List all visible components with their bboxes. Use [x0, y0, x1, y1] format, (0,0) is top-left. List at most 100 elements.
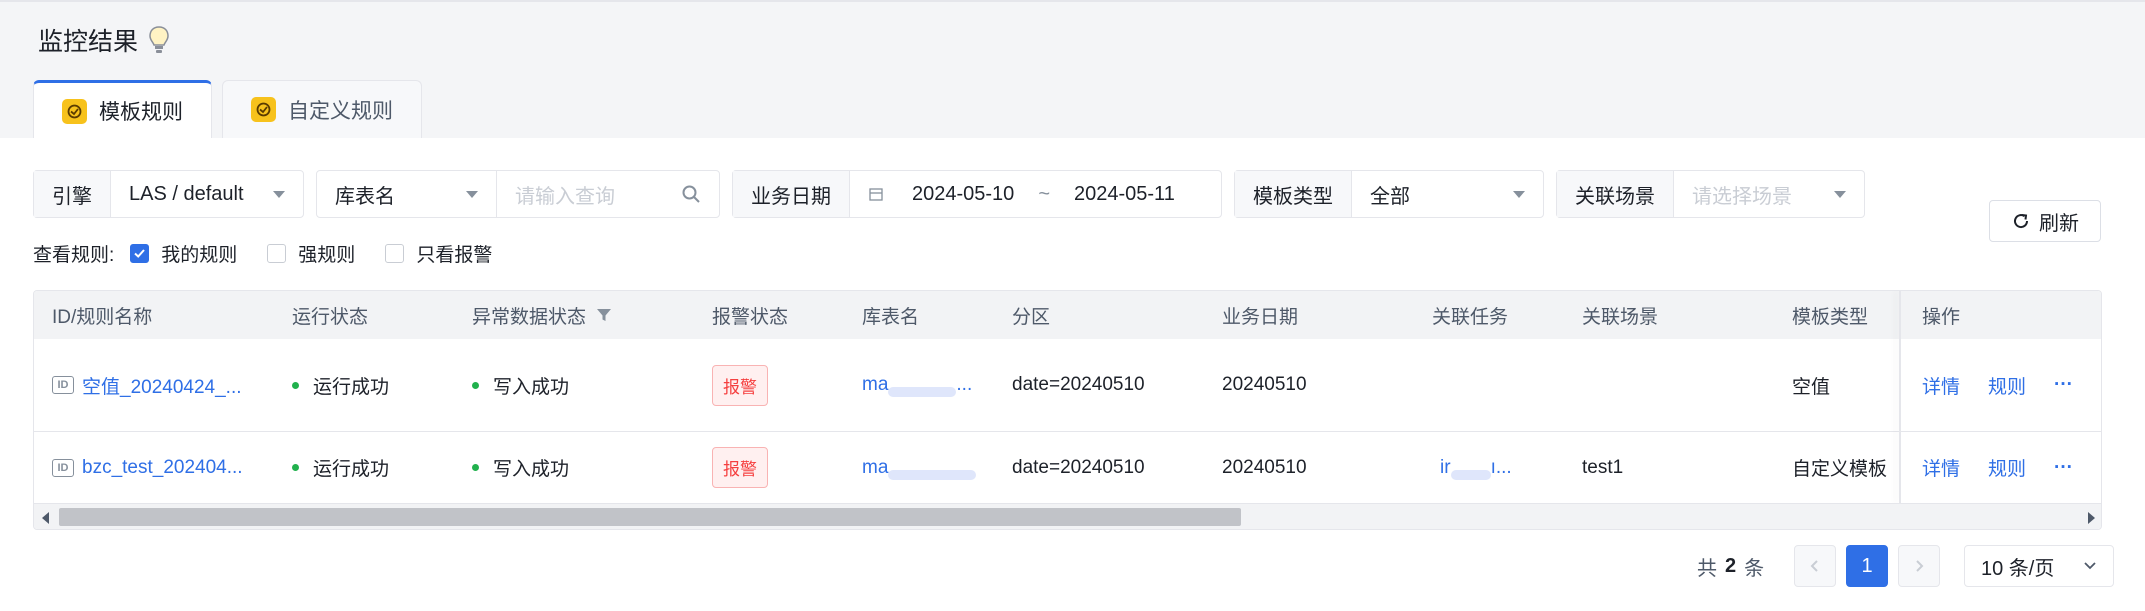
template-type-select[interactable]: 全部	[1352, 171, 1543, 217]
alarm-cell: 报警	[712, 339, 768, 431]
checkbox-strong-rules[interactable]: 强规则	[267, 240, 355, 267]
table-search-input[interactable]: 请输入查询	[497, 171, 719, 217]
checkbox-unchecked[interactable]	[385, 243, 405, 263]
filter-icon[interactable]	[596, 307, 612, 323]
col-header: 运行状态	[292, 306, 369, 328]
table-name-ellipsis[interactable]: ...	[956, 374, 972, 396]
chevron-down-icon	[466, 190, 478, 198]
actions-cell: 详情 规则 ···	[1922, 339, 2073, 431]
chevron-down-icon	[1513, 190, 1525, 198]
chevron-down-icon	[2084, 562, 2096, 570]
refresh-icon	[2014, 214, 2029, 229]
scene-select[interactable]: 请选择场景	[1674, 171, 1864, 217]
chevron-down-icon	[273, 190, 285, 198]
fixed-column-divider	[1899, 291, 1901, 503]
run-status: 运行成功	[313, 376, 390, 398]
col-header-data-status: 异常数据状态	[472, 291, 612, 339]
results-table: ID/规则名称 运行状态 异常数据状态 报警状态 库表名 分区 业务日期 关联任…	[33, 290, 2102, 530]
total-suffix: 条	[1744, 557, 1765, 580]
page-size-select[interactable]: 10 条/页	[1964, 545, 2114, 587]
rule-name-link[interactable]: 空值_20240424_...	[82, 372, 242, 399]
search-icon[interactable]	[681, 184, 701, 204]
more-icon[interactable]: ···	[2054, 374, 2073, 396]
pagination-total: 共 2 条	[1697, 545, 1764, 587]
checkbox-alarms-only[interactable]: 只看报警	[385, 240, 492, 267]
detail-link[interactable]: 详情	[1922, 454, 1960, 481]
table-header: ID/规则名称 运行状态 异常数据状态 报警状态 库表名 分区 业务日期 关联任…	[34, 291, 2101, 339]
biz-date-cell: 20240510	[1222, 456, 1307, 478]
redacted-text	[1450, 469, 1491, 480]
rule-link[interactable]: 规则	[1988, 454, 2026, 481]
partition-cell: date=20240510	[1012, 456, 1145, 478]
col-header: 业务日期	[1222, 306, 1299, 328]
run-status-cell: 运行成功	[292, 432, 389, 503]
run-status-cell: 运行成功	[292, 339, 389, 431]
col-header: 分区	[1012, 306, 1051, 328]
horizontal-scrollbar[interactable]	[34, 503, 2101, 529]
page-number[interactable]: 1	[1846, 545, 1888, 587]
table-filter-type-select[interactable]: 库表名	[317, 171, 497, 217]
success-dot-icon	[292, 464, 299, 471]
rule-name-cell: ID 空值_20240424_...	[52, 339, 242, 431]
date-range-picker[interactable]: 2024-05-10 ~ 2024-05-11	[850, 171, 1221, 217]
view-rules-group: 查看规则: 我的规则 强规则 只看报警	[33, 238, 522, 268]
task-link[interactable]: ir	[1440, 457, 1451, 479]
tab-template-rules[interactable]: 模板规则	[33, 80, 212, 139]
col-header: 库表名	[862, 306, 920, 328]
success-dot-icon	[292, 381, 299, 389]
total-prefix: 共	[1697, 557, 1717, 580]
prev-page-button[interactable]	[1794, 545, 1836, 587]
checkbox-label: 我的规则	[161, 244, 238, 266]
rule-name-cell: ID bzc_test_202404...	[52, 432, 243, 503]
rule-name-link[interactable]: bzc_test_202404...	[82, 457, 243, 479]
engine-select[interactable]: LAS / default	[111, 171, 303, 217]
table-name-link[interactable]: ma	[862, 457, 888, 479]
table-name-link[interactable]: ma	[862, 374, 888, 396]
col-header: 关联场景	[1582, 306, 1659, 328]
more-icon[interactable]: ···	[2054, 457, 2073, 479]
data-status: 写入成功	[493, 376, 570, 398]
template-type-filter[interactable]: 模板类型 全部	[1234, 170, 1544, 218]
table-name-cell: ma ...	[862, 339, 972, 431]
next-page-button[interactable]	[1898, 545, 1940, 587]
table-filter[interactable]: 库表名 请输入查询	[316, 170, 720, 218]
id-icon: ID	[52, 376, 74, 394]
engine-filter[interactable]: 引擎 LAS / default	[33, 170, 304, 218]
alarm-badge: 报警	[712, 364, 768, 406]
detail-link[interactable]: 详情	[1922, 372, 1960, 399]
total-count: 2	[1725, 554, 1737, 577]
engine-filter-label: 引擎	[34, 171, 111, 217]
scrollbar-thumb[interactable]	[59, 508, 1241, 526]
lightbulb-icon[interactable]	[148, 25, 170, 55]
engine-value: LAS / default	[129, 182, 244, 205]
success-dot-icon	[472, 381, 479, 389]
biz-date-filter[interactable]: 业务日期 2024-05-10 ~ 2024-05-11	[732, 170, 1222, 218]
chevron-right-icon	[1916, 560, 1924, 572]
task-link-ellipsis[interactable]: ı...	[1491, 457, 1512, 479]
checkbox-checked[interactable]	[130, 243, 150, 263]
refresh-button[interactable]: 刷新	[1989, 200, 2101, 242]
top-divider	[0, 0, 2145, 2]
scroll-right-icon[interactable]	[2088, 512, 2095, 524]
checkbox-label: 强规则	[298, 244, 356, 266]
chevron-left-icon	[1810, 560, 1818, 572]
biz-date-label: 业务日期	[733, 171, 850, 217]
tab-label: 模板规则	[99, 101, 183, 124]
col-header: ID/规则名称	[52, 306, 153, 328]
col-header: 操作	[1922, 306, 1961, 328]
scroll-left-icon[interactable]	[42, 512, 49, 524]
check-icon	[134, 248, 146, 258]
end-date[interactable]: 2024-05-11	[1074, 183, 1175, 206]
table-row: ID 空值_20240424_... 运行成功 写入成功 报警 ma ... d…	[34, 339, 2101, 432]
rule-link[interactable]: 规则	[1988, 372, 2026, 399]
scene-placeholder: 请选择场景	[1692, 185, 1792, 208]
tab-custom-rules[interactable]: 自定义规则	[222, 80, 422, 138]
partition-cell: date=20240510	[1012, 374, 1145, 395]
scene-filter[interactable]: 关联场景 请选择场景	[1556, 170, 1865, 218]
data-status: 写入成功	[493, 459, 570, 480]
checkbox-unchecked[interactable]	[267, 243, 287, 263]
start-date[interactable]: 2024-05-10	[912, 183, 1014, 206]
biz-date-cell: 20240510	[1222, 374, 1307, 395]
checkbox-label: 只看报警	[416, 244, 493, 266]
checkbox-my-rules[interactable]: 我的规则	[130, 240, 237, 267]
